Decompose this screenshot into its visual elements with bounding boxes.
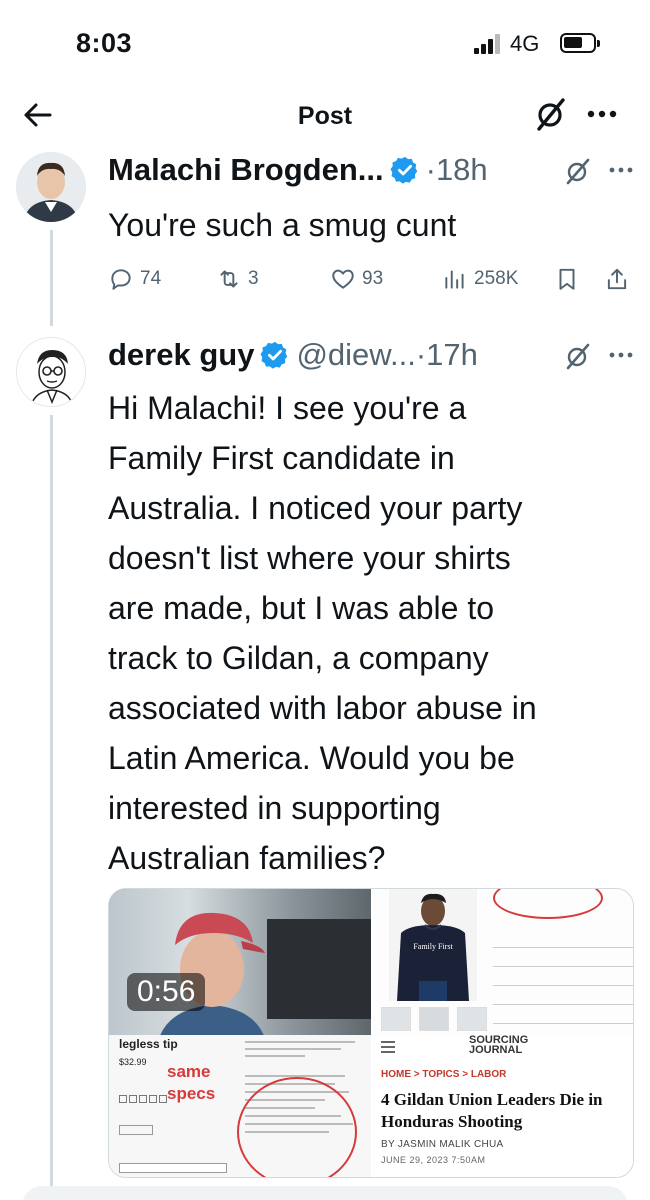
- share-icon: [607, 268, 627, 290]
- avatar[interactable]: [16, 152, 86, 222]
- media-right-column: Family First SOURCING JOURNAL HOME > TOP…: [373, 889, 633, 1177]
- article-headline: 4 Gildan Union Leaders Die in Honduras S…: [381, 1090, 603, 1131]
- verified-badge-icon: [260, 341, 288, 369]
- tweet-text: Hi Malachi! I see you're a Family First …: [108, 383, 638, 883]
- tweet-malachi[interactable]: Malachi Brogden... ·18h You're such a smu…: [0, 150, 650, 326]
- tweet-text-line: are made, but I was able to: [108, 590, 494, 626]
- article-date: JUNE 29, 2023 7:50AM: [381, 1155, 486, 1165]
- article-byline: BY JASMIN MALIK CHUA: [381, 1139, 504, 1150]
- shirt-product-screenshot[interactable]: Family First: [373, 889, 633, 1035]
- article-breadcrumb: HOME > TOPICS > LABOR: [381, 1069, 507, 1080]
- qty-box: [119, 1125, 153, 1135]
- view-count: 258K: [474, 268, 519, 289]
- tweet-text-line: Australia. I noticed your party: [108, 490, 523, 526]
- more-options-icon[interactable]: [585, 104, 619, 124]
- size-guide-table: [493, 939, 633, 1031]
- tweet-text-line: Family First candidate in: [108, 440, 455, 476]
- tweet-text: You're such a smug cunt: [108, 207, 457, 243]
- separator: ·: [415, 337, 427, 372]
- status-time: 8:03: [76, 28, 133, 58]
- shirt-thumbnail: [457, 1007, 487, 1031]
- reply-input-bar[interactable]: [22, 1186, 628, 1200]
- like-button[interactable]: 93: [330, 262, 383, 296]
- product-price: $32.99: [119, 1057, 147, 1067]
- shirt-print: Family First: [413, 942, 453, 951]
- tweet-text-line: doesn't list where your shirts: [108, 540, 511, 576]
- annotation-circle: [237, 1077, 357, 1177]
- signal-strength-icon: [474, 34, 502, 54]
- hamburger-menu-icon: [381, 1041, 395, 1053]
- model-in-shirt-image: Family First: [389, 889, 477, 1001]
- media-grid[interactable]: 0:56 legless tip $32.99 same specs Famil…: [108, 888, 634, 1178]
- logo-line: JOURNAL: [469, 1044, 523, 1056]
- status-bar: 8:03 4G: [0, 0, 650, 80]
- views-button[interactable]: 258K: [442, 262, 518, 296]
- size-selector: [119, 1095, 169, 1105]
- video-duration: 0:56: [127, 973, 206, 1011]
- reply-icon: [111, 269, 131, 290]
- tweet-time[interactable]: 18h: [436, 152, 488, 187]
- tweet-text-line: Latin America. Would you be: [108, 740, 515, 776]
- top-nav: Post: [0, 90, 650, 140]
- annotation-line: specs: [167, 1084, 216, 1103]
- views-chart-icon: [445, 270, 464, 289]
- separator: ·: [425, 152, 436, 187]
- tweet-text-line: interested in supporting: [108, 790, 441, 826]
- repost-count: 3: [248, 268, 259, 289]
- grok-icon[interactable]: [533, 96, 569, 132]
- heart-icon: [332, 269, 354, 289]
- bookmark-button[interactable]: [554, 262, 580, 296]
- video-person-image: [160, 912, 265, 1035]
- tweet-header: derek guy @diew...·17h: [108, 337, 638, 377]
- background-monitor: [267, 919, 371, 1019]
- grok-icon[interactable]: [563, 341, 593, 371]
- thread-connector: [50, 230, 53, 326]
- bookmark-icon: [559, 268, 575, 290]
- author-handle[interactable]: @diew...: [296, 337, 415, 372]
- tweet-header: Malachi Brogden... ·18h: [108, 152, 638, 192]
- battery-icon: [560, 33, 600, 53]
- shirt-thumbnails: [381, 1007, 491, 1031]
- media-left-column: 0:56 legless tip $32.99 same specs: [109, 889, 371, 1177]
- product-page-screenshot[interactable]: legless tip $32.99 same specs: [109, 1035, 371, 1177]
- video-thumbnail[interactable]: 0:56: [109, 889, 371, 1035]
- thread-connector: [50, 415, 53, 1195]
- add-to-cart-bar: [119, 1163, 227, 1173]
- more-options-icon[interactable]: [608, 347, 634, 363]
- annotation-same-specs: same specs: [167, 1061, 215, 1105]
- tweet-actions: 74 3 93 258K: [108, 262, 638, 296]
- tweet-time[interactable]: 17h: [426, 337, 478, 372]
- publication-logo: SOURCING JOURNAL: [469, 1035, 528, 1056]
- share-button[interactable]: [604, 262, 630, 296]
- avatar[interactable]: [16, 337, 86, 407]
- like-count: 93: [362, 268, 384, 289]
- verified-badge-icon: [390, 156, 417, 184]
- more-options-icon[interactable]: [608, 162, 634, 178]
- repost-icon: [220, 270, 238, 288]
- author-name[interactable]: derek guy: [108, 337, 254, 372]
- news-article-screenshot[interactable]: SOURCING JOURNAL HOME > TOPICS > LABOR 4…: [373, 1035, 633, 1177]
- grok-icon[interactable]: [563, 156, 593, 186]
- author-name[interactable]: Malachi Brogden...: [108, 152, 384, 187]
- reply-button[interactable]: 74: [108, 262, 161, 296]
- annotation-oval: [493, 889, 603, 919]
- network-type: 4G: [510, 31, 540, 56]
- product-heading: legless tip: [119, 1037, 178, 1051]
- shirt-thumbnail: [381, 1007, 411, 1031]
- tweet-text-line: Australian families?: [108, 840, 386, 876]
- shirt-thumbnail: [419, 1007, 449, 1031]
- reply-count: 74: [140, 268, 162, 289]
- annotation-line: same: [167, 1062, 211, 1081]
- tweet-text-line: Hi Malachi! I see you're a: [108, 390, 467, 426]
- repost-button[interactable]: 3: [216, 262, 259, 296]
- tweet-text-line: track to Gildan, a company: [108, 640, 489, 676]
- tweet-text-line: associated with labor abuse in: [108, 690, 537, 726]
